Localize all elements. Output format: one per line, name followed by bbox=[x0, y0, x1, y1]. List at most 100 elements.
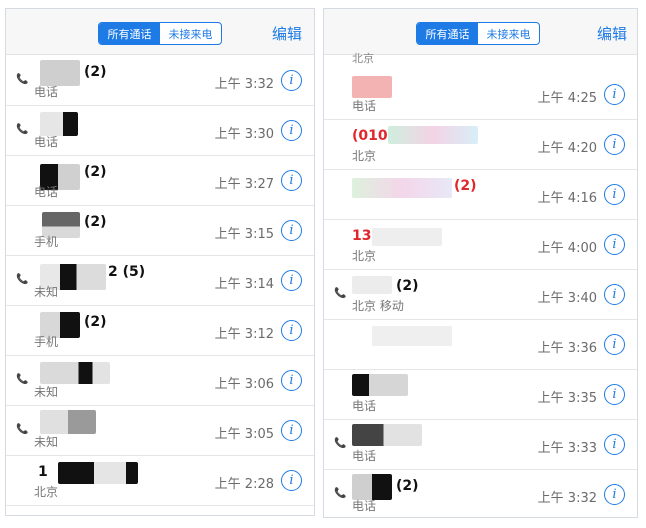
outgoing-phone-icon: 📞 bbox=[16, 124, 29, 135]
info-icon[interactable]: i bbox=[281, 220, 302, 241]
info-icon[interactable]: i bbox=[281, 320, 302, 341]
call-row[interactable]: 上午 3:36 i bbox=[324, 320, 637, 370]
call-row[interactable]: 📞 未知 上午 3:06 i bbox=[6, 356, 314, 406]
caller-type: 电话 bbox=[34, 135, 59, 149]
call-row[interactable]: 📞 未知 上午 3:05 i bbox=[6, 406, 314, 456]
call-row[interactable]: 电话 上午 4:25 i bbox=[324, 70, 637, 120]
caller-type: 北京 bbox=[352, 249, 377, 263]
redacted-block bbox=[352, 276, 392, 294]
call-row[interactable]: (2) 电话 上午 3:27 i bbox=[6, 156, 314, 206]
caller-type: 北京 bbox=[352, 149, 377, 163]
call-row[interactable]: 📞 (2) 北京 移动 上午 3:40 i bbox=[324, 270, 637, 320]
call-time: 上午 3:15 bbox=[214, 227, 274, 242]
outgoing-phone-icon: 📞 bbox=[16, 74, 29, 85]
redacted-block bbox=[352, 374, 408, 396]
outgoing-phone-icon: 📞 bbox=[16, 274, 29, 285]
info-icon[interactable]: i bbox=[281, 70, 302, 91]
call-row[interactable]: 📞 (2) 电话 上午 3:32 i bbox=[6, 56, 314, 106]
info-icon[interactable]: i bbox=[281, 470, 302, 491]
caller-type: 未知 bbox=[34, 285, 59, 299]
nav-header: 所有通话 未接来电 编辑 bbox=[6, 9, 314, 55]
call-time: 上午 3:40 bbox=[537, 291, 597, 306]
caller-name: 1 bbox=[38, 464, 48, 480]
redacted-block bbox=[352, 76, 392, 98]
call-time: 上午 4:16 bbox=[537, 191, 597, 206]
segmented-control: 所有通话 未接来电 bbox=[416, 22, 540, 45]
call-time: 上午 3:27 bbox=[214, 177, 274, 192]
tab-missed-calls[interactable]: 未接来电 bbox=[160, 23, 221, 44]
info-icon[interactable]: i bbox=[281, 270, 302, 291]
caller-name: (2) bbox=[84, 164, 107, 180]
call-time: 上午 4:25 bbox=[537, 91, 597, 106]
info-icon[interactable]: i bbox=[604, 84, 625, 105]
call-row[interactable]: 📞 电话 上午 3:33 i bbox=[324, 420, 637, 470]
call-row[interactable]: 📞 (2) 电话 上午 3:32 i bbox=[324, 470, 637, 517]
call-time: 上午 3:12 bbox=[214, 327, 274, 342]
call-time: 上午 3:14 bbox=[214, 277, 274, 292]
call-row[interactable]: 13 北京 上午 4:00 i bbox=[324, 220, 637, 270]
call-row[interactable]: 1 北京 上午 2:28 i bbox=[6, 456, 314, 506]
info-icon[interactable]: i bbox=[281, 420, 302, 441]
info-icon[interactable]: i bbox=[281, 370, 302, 391]
info-icon[interactable]: i bbox=[604, 134, 625, 155]
caller-type: 电话 bbox=[352, 99, 377, 113]
call-list: 📞 (2) 电话 上午 3:32 i 📞 电话 上午 3:30 i (2) 电话… bbox=[6, 56, 314, 506]
redacted-block bbox=[352, 178, 452, 198]
segmented-control: 所有通话 未接来电 bbox=[98, 22, 222, 45]
info-icon[interactable]: i bbox=[604, 234, 625, 255]
call-time: 上午 4:00 bbox=[537, 241, 597, 256]
call-row[interactable]: (010 北京 上午 4:20 i bbox=[324, 120, 637, 170]
info-icon[interactable]: i bbox=[604, 184, 625, 205]
call-time: 上午 2:28 bbox=[214, 477, 274, 492]
caller-name: (2) bbox=[396, 278, 419, 294]
outgoing-phone-icon: 📞 bbox=[16, 374, 29, 385]
edit-button[interactable]: 编辑 bbox=[272, 23, 302, 44]
call-list: 电话 上午 4:25 i (010 北京 上午 4:20 i (2) 上午 4:… bbox=[324, 70, 637, 517]
info-icon[interactable]: i bbox=[604, 434, 625, 455]
info-icon[interactable]: i bbox=[281, 170, 302, 191]
call-time: 上午 3:32 bbox=[214, 77, 274, 92]
call-row[interactable]: (2) 手机 上午 3:12 i bbox=[6, 306, 314, 356]
outgoing-phone-icon: 📞 bbox=[334, 438, 347, 449]
call-row[interactable]: 📞 2 (5) 未知 上午 3:14 i bbox=[6, 256, 314, 306]
redacted-block bbox=[372, 326, 452, 346]
call-time: 上午 3:32 bbox=[537, 491, 597, 506]
caller-name: (2) bbox=[84, 314, 107, 330]
tab-all-calls[interactable]: 所有通话 bbox=[99, 23, 160, 44]
nav-header: 所有通话 未接来电 编辑 bbox=[324, 9, 637, 55]
tab-missed-calls[interactable]: 未接来电 bbox=[478, 23, 539, 44]
redacted-block bbox=[40, 410, 96, 434]
caller-name: 2 (5) bbox=[108, 264, 146, 280]
right-call-log: 所有通话 未接来电 编辑 北京 电话 上午 4:25 i (010 北京 上午 … bbox=[323, 8, 638, 518]
caller-type: 电话 bbox=[34, 185, 59, 199]
info-icon[interactable]: i bbox=[604, 384, 625, 405]
caller-type: 电话 bbox=[352, 399, 377, 413]
call-row[interactable]: (2) 上午 4:16 i bbox=[324, 170, 637, 220]
call-time: 上午 3:05 bbox=[214, 427, 274, 442]
redacted-block bbox=[372, 228, 442, 246]
call-time: 上午 3:30 bbox=[214, 127, 274, 142]
caller-name: (010 bbox=[352, 128, 388, 144]
partial-row-location: 北京 bbox=[352, 52, 374, 65]
info-icon[interactable]: i bbox=[604, 284, 625, 305]
redacted-block bbox=[58, 462, 138, 484]
info-icon[interactable]: i bbox=[604, 484, 625, 505]
call-row[interactable]: 📞 电话 上午 3:30 i bbox=[6, 106, 314, 156]
outgoing-phone-icon: 📞 bbox=[334, 288, 347, 299]
info-icon[interactable]: i bbox=[604, 334, 625, 355]
edit-button[interactable]: 编辑 bbox=[597, 23, 627, 44]
call-time: 上午 3:36 bbox=[537, 341, 597, 356]
info-icon[interactable]: i bbox=[281, 120, 302, 141]
tab-all-calls[interactable]: 所有通话 bbox=[417, 23, 478, 44]
left-call-log: 所有通话 未接来电 编辑 📞 (2) 电话 上午 3:32 i 📞 电话 上午 … bbox=[5, 8, 315, 516]
caller-type: 电话 bbox=[34, 85, 59, 99]
caller-type: 手机 bbox=[34, 335, 59, 349]
caller-name: (2) bbox=[454, 178, 477, 194]
call-time: 上午 4:20 bbox=[537, 141, 597, 156]
outgoing-phone-icon: 📞 bbox=[334, 488, 347, 499]
caller-type: 手机 bbox=[34, 235, 59, 249]
redacted-block bbox=[352, 424, 422, 446]
call-row[interactable]: (2) 手机 上午 3:15 i bbox=[6, 206, 314, 256]
caller-type: 未知 bbox=[34, 385, 59, 399]
call-row[interactable]: 电话 上午 3:35 i bbox=[324, 370, 637, 420]
